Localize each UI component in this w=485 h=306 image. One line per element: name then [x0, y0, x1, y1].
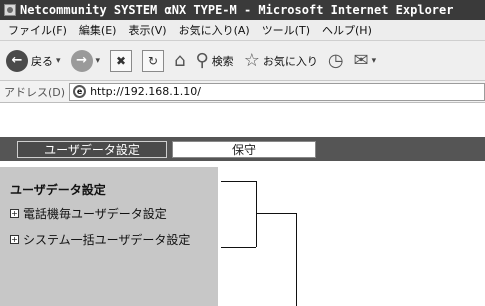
menu-favorites[interactable]: お気に入り(A) — [179, 22, 250, 38]
tab-maintenance[interactable]: 保守 — [172, 141, 316, 158]
sidebar-item-label: 電話機毎ユーザデータ設定 — [23, 207, 167, 221]
menu-view[interactable]: 表示(V) — [128, 22, 166, 38]
menu-edit[interactable]: 編集(E) — [79, 22, 117, 38]
expand-icon[interactable]: + — [10, 209, 19, 218]
back-dropdown-icon[interactable]: ▾ — [56, 56, 61, 66]
forward-button[interactable]: → ▾ — [70, 49, 101, 72]
callout-line-down — [296, 213, 297, 306]
menu-tools[interactable]: ツール(T) — [262, 22, 310, 38]
sidebar-item-label: システム一括ユーザデータ設定 — [23, 233, 191, 247]
back-button[interactable]: ← 戻る ▾ — [6, 49, 61, 72]
address-bar: アドレス(D) e http://192.168.1.10/ — [0, 81, 485, 103]
search-button[interactable]: ⚲ 検索 — [196, 50, 234, 71]
search-label: 検索 — [211, 54, 234, 68]
star-icon: ☆ — [243, 50, 260, 71]
browser-toolbar: ← 戻る ▾ → ▾ ✖ ↻ ⌂ ⚲ 検索 ☆ お気に入り ◷ ✉ ▾ — [0, 41, 485, 81]
header-band: ユーザデータ設定 保守 — [0, 137, 485, 161]
favorites-label: お気に入り — [262, 54, 318, 68]
refresh-icon[interactable]: ↻ — [142, 49, 165, 72]
ie-page-icon: e — [73, 85, 87, 98]
home-icon[interactable]: ⌂ — [174, 50, 185, 71]
back-label: 戻る — [31, 54, 53, 68]
callout-line-bottom — [221, 247, 256, 248]
window-title: Netcommunity SYSTEM αNX TYPE-M - Microso… — [20, 3, 454, 17]
menu-help[interactable]: ヘルプ(H) — [322, 22, 372, 38]
history-icon[interactable]: ◷ — [328, 50, 344, 71]
callout-line-vertical — [256, 181, 257, 247]
expand-icon[interactable]: + — [10, 235, 19, 244]
callout-line-connector — [256, 213, 296, 214]
favorites-button[interactable]: ☆ お気に入り — [244, 50, 318, 71]
callout-line-top — [221, 181, 256, 182]
forward-arrow-icon: → — [70, 49, 93, 72]
tab-user-data-settings[interactable]: ユーザデータ設定 — [17, 141, 167, 158]
address-input[interactable]: e http://192.168.1.10/ — [69, 82, 485, 101]
search-icon: ⚲ — [195, 50, 209, 71]
window-title-bar: Netcommunity SYSTEM αNX TYPE-M - Microso… — [0, 0, 485, 20]
sidebar-item-system-bulk[interactable]: + システム一括ユーザデータ設定 — [10, 231, 190, 248]
address-label: アドレス(D) — [4, 85, 66, 99]
sidebar-item-per-phone[interactable]: + 電話機毎ユーザデータ設定 — [10, 205, 167, 222]
stop-icon[interactable]: ✖ — [110, 49, 133, 72]
mail-icon: ✉ — [353, 50, 369, 71]
mail-button[interactable]: ✉ ▾ — [354, 50, 377, 71]
sidebar-menu: ユーザデータ設定 + 電話機毎ユーザデータ設定 + システム一括ユーザデータ設定 — [0, 167, 218, 306]
mail-dropdown-icon[interactable]: ▾ — [372, 56, 377, 66]
back-arrow-icon: ← — [6, 49, 28, 72]
menu-bar: ファイル(F) 編集(E) 表示(V) お気に入り(A) ツール(T) ヘルプ(… — [0, 20, 485, 41]
forward-dropdown-icon[interactable]: ▾ — [96, 56, 101, 66]
address-url: http://192.168.1.10/ — [90, 85, 201, 98]
sidebar-title: ユーザデータ設定 — [10, 183, 106, 197]
browser-app-icon — [4, 4, 16, 16]
menu-file[interactable]: ファイル(F) — [8, 22, 67, 38]
